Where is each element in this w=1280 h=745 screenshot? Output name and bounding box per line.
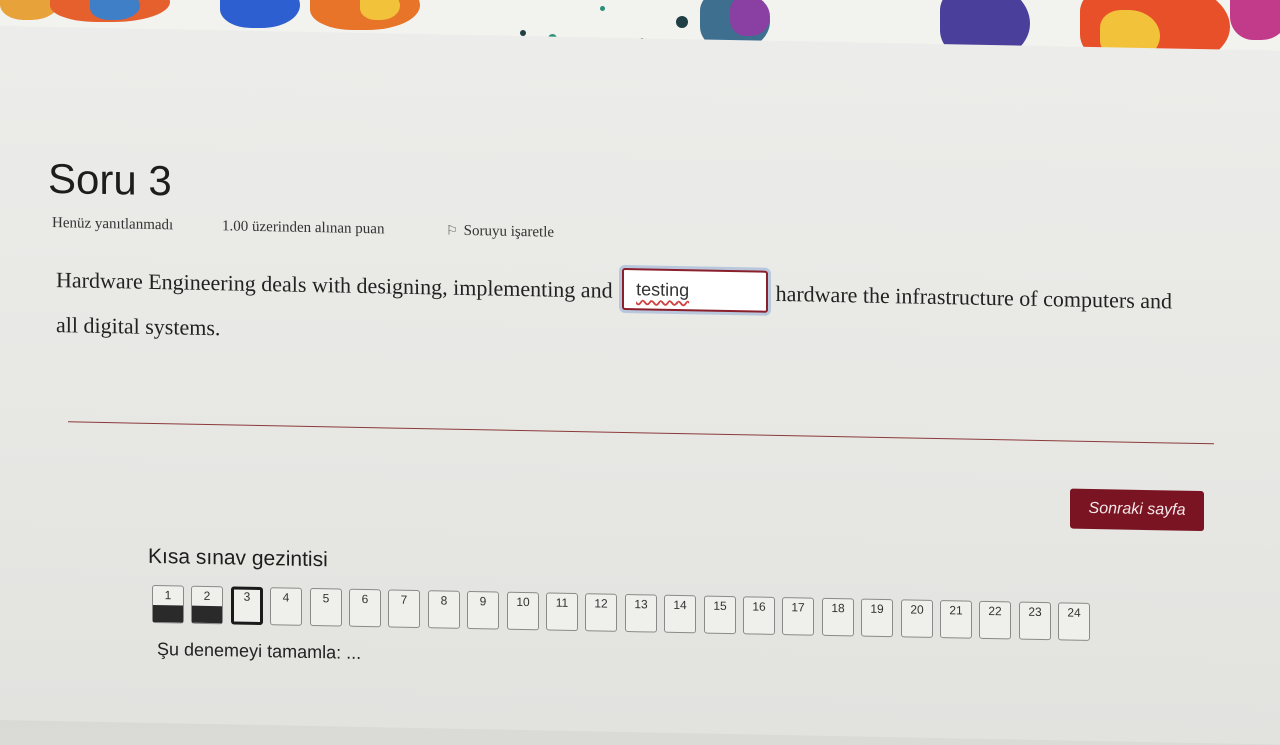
nav-button-7[interactable]: 7 bbox=[388, 589, 420, 629]
nav-button-15[interactable]: 15 bbox=[704, 595, 736, 635]
nav-button-19[interactable]: 19 bbox=[861, 598, 893, 638]
nav-button-23[interactable]: 23 bbox=[1019, 601, 1051, 641]
question-status: Henüz yanıtlanmadı bbox=[52, 214, 174, 234]
nav-button-1[interactable]: 1 bbox=[152, 584, 184, 624]
nav-button-2[interactable]: 2 bbox=[191, 585, 223, 625]
nav-button-16[interactable]: 16 bbox=[743, 596, 775, 635]
nav-button-20[interactable]: 20 bbox=[901, 599, 933, 638]
nav-button-3[interactable]: 3 bbox=[231, 586, 263, 626]
nav-button-8[interactable]: 8 bbox=[428, 590, 460, 629]
question-points: 1.00 üzerinden alınan puan bbox=[222, 218, 385, 238]
flag-question-link[interactable]: ⚐ Soruyu işaretle bbox=[446, 223, 554, 242]
question-title: Soru 3 bbox=[48, 154, 172, 205]
nav-button-13[interactable]: 13 bbox=[625, 594, 657, 633]
nav-button-12[interactable]: 12 bbox=[585, 593, 617, 632]
nav-button-24[interactable]: 24 bbox=[1058, 602, 1090, 641]
nav-button-17[interactable]: 17 bbox=[782, 597, 814, 636]
quiz-navigation-title: Kısa sınav gezintisi bbox=[148, 544, 328, 572]
finish-attempt-link[interactable]: Şu denemeyi tamamla: ... bbox=[157, 639, 361, 664]
question-text-before: Hardware Engineering deals with designin… bbox=[56, 267, 613, 303]
nav-button-9[interactable]: 9 bbox=[467, 590, 499, 630]
quiz-page: Soru 3 Henüz yanıtlanmadı 1.00 üzerinden… bbox=[0, 26, 1280, 745]
nav-button-5[interactable]: 5 bbox=[310, 587, 342, 627]
answer-value: testing bbox=[636, 279, 690, 301]
next-page-button[interactable]: Sonraki sayfa bbox=[1070, 488, 1204, 532]
nav-button-14[interactable]: 14 bbox=[664, 594, 696, 634]
flag-question-label: Soruyu işaretle bbox=[463, 222, 555, 241]
question-text: Hardware Engineering deals with designin… bbox=[56, 258, 1176, 368]
answer-input[interactable]: testing bbox=[622, 267, 769, 313]
flag-icon: ⚐ bbox=[446, 222, 458, 238]
nav-button-10[interactable]: 10 bbox=[507, 591, 539, 631]
divider bbox=[68, 421, 1214, 445]
nav-button-6[interactable]: 6 bbox=[349, 588, 381, 628]
nav-button-22[interactable]: 22 bbox=[979, 600, 1011, 640]
nav-button-4[interactable]: 4 bbox=[270, 587, 302, 626]
nav-button-21[interactable]: 21 bbox=[940, 600, 972, 639]
nav-button-11[interactable]: 11 bbox=[546, 592, 578, 632]
nav-button-18[interactable]: 18 bbox=[822, 597, 854, 637]
